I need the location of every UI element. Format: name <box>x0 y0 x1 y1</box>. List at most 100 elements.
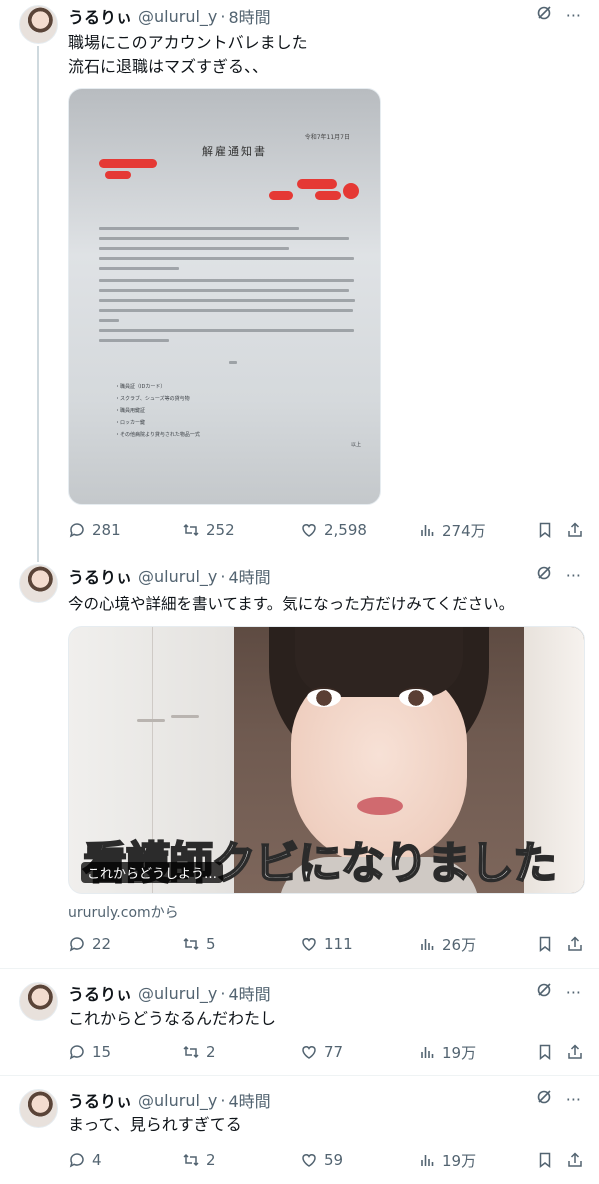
reply-button[interactable]: 15 <box>68 1041 111 1063</box>
timestamp[interactable]: 4時間 <box>228 981 270 1005</box>
separator-dot: · <box>220 983 226 1003</box>
media-image[interactable]: 令和7年11月7日 解雇通知書 ・職員証（IDカード） ・スクラブ、シューズ等の… <box>68 88 381 505</box>
reply-icon <box>69 1045 84 1060</box>
views-icon <box>421 939 434 950</box>
views-count: 19万 <box>442 1043 477 1062</box>
tweet-1[interactable]: うるりぃ @ulurul_y · 8時間 ··· 職場にこのアカウントバレました… <box>0 0 599 560</box>
retweet-icon <box>183 1153 199 1167</box>
document-list-item: ・その他病院より貸与された物品一式 <box>115 432 200 438</box>
share-button[interactable] <box>566 1041 584 1063</box>
document-text-line <box>99 237 349 240</box>
more-icon[interactable]: ··· <box>566 5 581 27</box>
share-button[interactable] <box>566 519 584 541</box>
person-eye <box>307 687 341 707</box>
retweet-button[interactable]: 5 <box>182 933 216 955</box>
more-icon[interactable]: ··· <box>566 565 581 587</box>
bookmark-icon <box>539 936 551 953</box>
avatar[interactable] <box>19 982 58 1021</box>
reply-count: 281 <box>92 521 121 539</box>
bookmark-button[interactable] <box>536 519 554 541</box>
views-button[interactable]: 26万 <box>418 933 476 955</box>
like-icon <box>302 524 316 537</box>
like-button[interactable]: 59 <box>300 1149 343 1171</box>
tweet-4[interactable]: うるりぃ @ulurul_y · 4時間 ··· まって、見られすぎてる 4 2… <box>0 1076 599 1184</box>
display-name[interactable]: うるりぃ <box>68 981 132 1005</box>
share-icon <box>568 936 582 951</box>
share-button[interactable] <box>566 1149 584 1171</box>
like-button[interactable]: 111 <box>300 933 353 955</box>
reply-button[interactable]: 22 <box>68 933 111 955</box>
tweet-2[interactable]: うるりぃ @ulurul_y · 4時間 ··· 今の心境や詳細を書いてます。気… <box>0 562 599 967</box>
user-handle[interactable]: @ulurul_y <box>138 7 217 26</box>
reply-button[interactable]: 4 <box>68 1149 102 1171</box>
display-name[interactable]: うるりぃ <box>68 564 132 588</box>
tweet-header: うるりぃ @ulurul_y · 8時間 <box>68 4 271 28</box>
grok-icon[interactable] <box>536 1089 552 1111</box>
retweet-icon <box>183 937 199 951</box>
link-source[interactable]: ururuly.comから <box>68 902 179 922</box>
more-icon[interactable]: ··· <box>566 1089 581 1111</box>
document-text-line <box>99 227 299 230</box>
separator-dot: · <box>220 6 226 26</box>
user-handle[interactable]: @ulurul_y <box>138 567 217 586</box>
like-button[interactable]: 2,598 <box>300 519 367 541</box>
bookmark-button[interactable] <box>536 933 554 955</box>
reply-icon <box>69 1153 84 1168</box>
share-icon <box>568 522 582 537</box>
document-text-line <box>229 361 237 364</box>
document-text-line <box>99 309 353 312</box>
tweet-header: うるりぃ @ulurul_y · 4時間 <box>68 564 271 588</box>
document-text-line <box>99 299 355 302</box>
reply-button[interactable]: 281 <box>68 519 121 541</box>
timestamp[interactable]: 4時間 <box>228 564 270 588</box>
document-list-item: ・ロッカー鍵 <box>115 420 146 426</box>
document-text-line <box>99 247 289 250</box>
document-text-line <box>99 257 354 260</box>
document-text-line <box>99 267 179 270</box>
tweet-actions: 4 2 59 19万 <box>68 1149 584 1171</box>
display-name[interactable]: うるりぃ <box>68 4 132 28</box>
retweet-button[interactable]: 2 <box>182 1149 216 1171</box>
views-button[interactable]: 274万 <box>418 519 486 541</box>
timestamp[interactable]: 4時間 <box>228 1088 270 1112</box>
user-handle[interactable]: @ulurul_y <box>138 1091 217 1110</box>
bookmark-button[interactable] <box>536 1149 554 1171</box>
like-count: 111 <box>324 935 353 953</box>
tweet-text: 職場にこのアカウントバレました 流石に退職はマズすぎる、、 <box>68 33 308 76</box>
grok-icon[interactable] <box>536 982 552 1004</box>
tweet-actions: 22 5 111 26万 <box>68 933 584 955</box>
like-count: 59 <box>324 1151 344 1169</box>
user-handle[interactable]: @ulurul_y <box>138 984 217 1003</box>
link-card-image[interactable]: 看護師クビになりました これからどうしよう… <box>68 626 585 894</box>
separator-dot: · <box>220 566 226 586</box>
reply-count: 22 <box>92 935 112 953</box>
tweet-actions: 15 2 77 19万 <box>68 1041 584 1063</box>
like-button[interactable]: 77 <box>300 1041 343 1063</box>
grok-icon[interactable] <box>536 565 552 587</box>
retweet-button[interactable]: 2 <box>182 1041 216 1063</box>
views-count: 274万 <box>442 521 486 540</box>
views-count: 26万 <box>442 935 477 954</box>
redaction-mark <box>269 191 293 200</box>
share-icon <box>568 1152 582 1167</box>
like-icon <box>302 1154 316 1167</box>
bookmark-icon <box>539 522 551 539</box>
bookmark-icon <box>539 1152 551 1169</box>
display-name[interactable]: うるりぃ <box>68 1088 132 1112</box>
document-title: 解雇通知書 <box>202 145 267 158</box>
timestamp[interactable]: 8時間 <box>228 4 270 28</box>
bookmark-button[interactable] <box>536 1041 554 1063</box>
tweet-3[interactable]: うるりぃ @ulurul_y · 4時間 ··· これからどうなるんだわたし 1… <box>0 969 599 1074</box>
views-button[interactable]: 19万 <box>418 1041 476 1063</box>
share-button[interactable] <box>566 933 584 955</box>
document-text-line <box>99 279 354 282</box>
redaction-mark <box>315 191 341 200</box>
retweet-button[interactable]: 252 <box>182 519 235 541</box>
more-icon[interactable]: ··· <box>566 982 581 1004</box>
views-button[interactable]: 19万 <box>418 1149 476 1171</box>
avatar[interactable] <box>19 1089 58 1128</box>
document-list-item: ・職員証（IDカード） <box>115 384 166 390</box>
grok-icon[interactable] <box>536 5 552 27</box>
avatar[interactable] <box>19 564 58 603</box>
avatar[interactable] <box>19 5 58 44</box>
